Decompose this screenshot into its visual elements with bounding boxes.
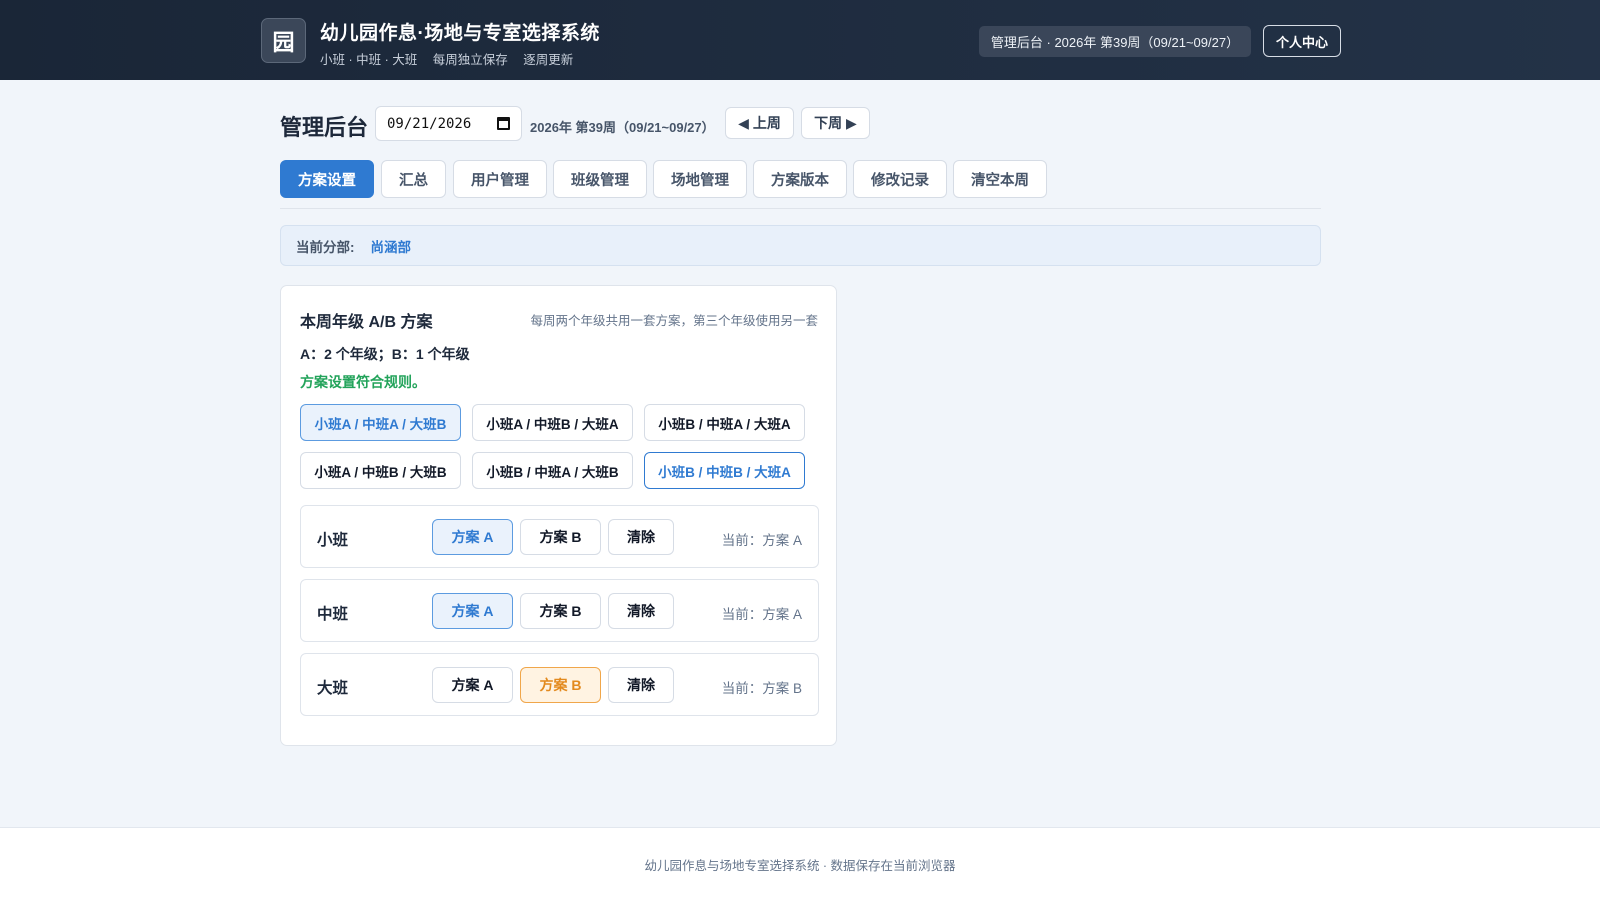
app-logo: 园	[261, 18, 306, 63]
tabs-divider	[280, 208, 1321, 209]
plan-rule: A：2 个年级；B：1 个年级	[300, 346, 470, 362]
profile-button[interactable]: 个人中心	[1263, 25, 1341, 57]
subtitle-grades: 小班 · 中班 · 大班	[320, 53, 418, 67]
week-date-input[interactable]: 09/21/2026	[375, 106, 522, 141]
subtitle-update: 逐周更新	[523, 53, 574, 67]
tab-user-management[interactable]: 用户管理	[453, 160, 547, 198]
combo-option[interactable]: 小班B / 中班B / 大班A	[644, 452, 805, 489]
branch-value[interactable]: 尚涵部	[371, 236, 412, 256]
date-value: 09/21/2026	[387, 115, 472, 132]
grade-row-large: 大班 方案 A 方案 B 清除 当前：方案 B	[300, 653, 819, 716]
page-footer: 幼儿园作息与场地专室选择系统 · 数据保存在当前浏览器	[0, 827, 1600, 900]
grade-row-small: 小班 方案 A 方案 B 清除 当前：方案 A	[300, 505, 819, 568]
plan-a-button[interactable]: 方案 A	[432, 667, 513, 703]
plan-card: 本周年级 A/B 方案 每周两个年级共用一套方案，第三个年级使用另一套 A：2 …	[280, 285, 837, 746]
plan-card-hint: 每周两个年级共用一套方案，第三个年级使用另一套	[530, 314, 818, 328]
current-plan: 当前：方案 A	[721, 533, 802, 548]
plan-status: 方案设置符合规则。	[300, 374, 426, 390]
current-plan: 当前：方案 A	[721, 607, 802, 622]
subtitle-save: 每周独立保存	[432, 53, 508, 67]
grade-name: 大班	[317, 680, 349, 697]
combo-option[interactable]: 小班A / 中班A / 大班B	[300, 404, 461, 441]
week-indicator: 管理后台 · 2026年 第39周（09/21~09/27）	[979, 26, 1251, 57]
grade-name: 小班	[317, 532, 349, 549]
calendar-icon[interactable]	[497, 117, 510, 130]
combo-option[interactable]: 小班A / 中班B / 大班B	[300, 452, 461, 489]
tab-plan-settings[interactable]: 方案设置	[280, 160, 374, 198]
tab-change-log[interactable]: 修改记录	[853, 160, 947, 198]
clear-button[interactable]: 清除	[608, 667, 674, 703]
plan-b-button[interactable]: 方案 B	[520, 519, 601, 555]
app-title: 幼儿园作息·场地与专室选择系统	[320, 23, 600, 44]
clear-button[interactable]: 清除	[608, 519, 674, 555]
tab-plan-versions[interactable]: 方案版本	[753, 160, 847, 198]
combo-option[interactable]: 小班A / 中班B / 大班A	[472, 404, 633, 441]
plan-a-button[interactable]: 方案 A	[432, 519, 513, 555]
week-label: 2026年 第39周（09/21~09/27）	[530, 120, 715, 135]
combo-option[interactable]: 小班B / 中班A / 大班A	[644, 404, 805, 441]
app-subtitle: 小班 · 中班 · 大班 每周独立保存 逐周更新	[320, 49, 585, 68]
combo-option[interactable]: 小班B / 中班A / 大班B	[472, 452, 633, 489]
tab-venue-management[interactable]: 场地管理	[653, 160, 747, 198]
page-title: 管理后台	[280, 115, 369, 140]
current-plan: 当前：方案 B	[721, 681, 802, 696]
tab-class-management[interactable]: 班级管理	[553, 160, 647, 198]
grade-row-middle: 中班 方案 A 方案 B 清除 当前：方案 A	[300, 579, 819, 642]
tab-summary[interactable]: 汇总	[381, 160, 446, 198]
plan-a-button[interactable]: 方案 A	[432, 593, 513, 629]
prev-week-button[interactable]: ◀ 上周	[725, 107, 794, 139]
branch-label: 当前分部:	[296, 239, 355, 255]
grade-name: 中班	[317, 606, 349, 623]
footer-text: 幼儿园作息与场地专室选择系统 · 数据保存在当前浏览器	[644, 858, 956, 873]
top-header: 园 幼儿园作息·场地与专室选择系统 小班 · 中班 · 大班 每周独立保存 逐周…	[0, 0, 1600, 80]
plan-b-button[interactable]: 方案 B	[520, 593, 601, 629]
clear-button[interactable]: 清除	[608, 593, 674, 629]
tab-clear-week[interactable]: 清空本周	[953, 160, 1047, 198]
plan-b-button[interactable]: 方案 B	[520, 667, 601, 703]
plan-card-title: 本周年级 A/B 方案	[300, 314, 433, 331]
next-week-button[interactable]: 下周 ▶	[801, 107, 870, 139]
branch-bar: 当前分部: 尚涵部	[280, 225, 1321, 266]
